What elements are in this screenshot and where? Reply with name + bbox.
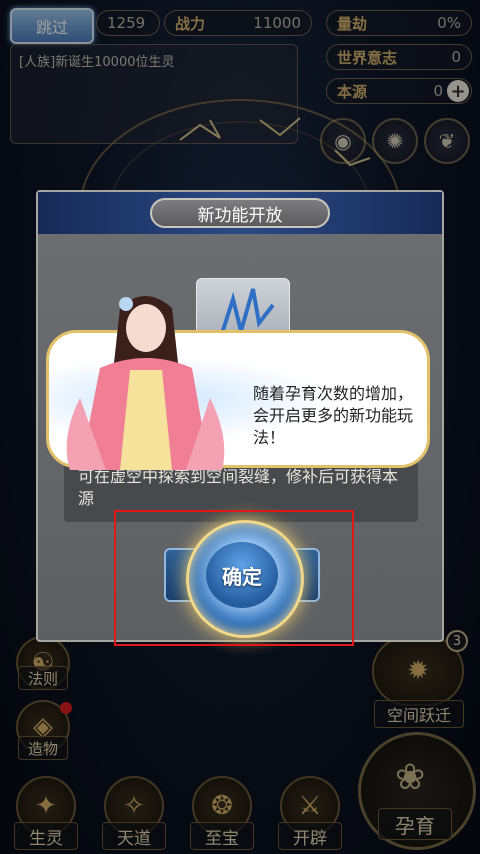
tutorial-highlight-box: [114, 510, 354, 646]
guide-speech-text: 随着孕育次数的增加，会开启更多的新功能玩法！: [253, 384, 414, 447]
dialog-title: 新功能开放: [150, 198, 330, 228]
guide-character: [66, 296, 225, 470]
